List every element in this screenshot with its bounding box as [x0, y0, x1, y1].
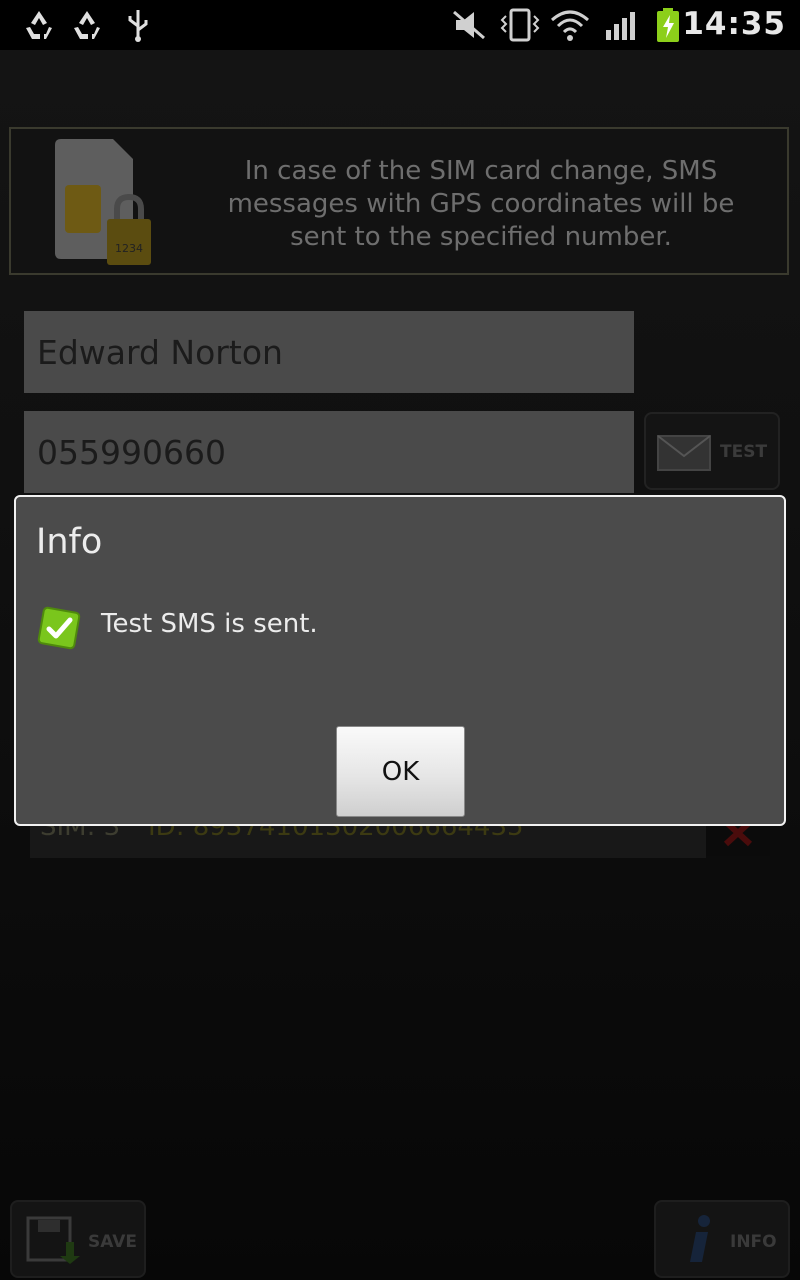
- usb-icon: [128, 10, 148, 42]
- dialog-title: Info: [36, 522, 103, 562]
- clock-time: 14:35: [682, 6, 786, 42]
- signal-icon: [606, 12, 635, 40]
- check-icon: [37, 606, 81, 650]
- sim-lock-icon: 1234: [55, 139, 151, 265]
- vibrate-icon: [500, 8, 540, 42]
- info-banner: 1234 In case of the SIM card change, SMS…: [9, 127, 789, 275]
- info-label: INFO: [730, 1232, 777, 1252]
- svg-text:1234: 1234: [115, 242, 143, 255]
- save-floppy-icon: [26, 1216, 80, 1264]
- dialog-message: Test SMS is sent.: [101, 609, 318, 639]
- phone-field[interactable]: 055990660: [24, 411, 634, 493]
- ok-button[interactable]: OK: [336, 726, 465, 817]
- test-label: TEST: [720, 442, 768, 462]
- wifi-icon: [551, 10, 589, 41]
- envelope-icon: [657, 435, 711, 471]
- info-i-icon: [690, 1215, 710, 1262]
- recycle-icon: [74, 11, 100, 39]
- name-field[interactable]: Edward Norton: [24, 311, 634, 393]
- battery-charging-icon: [657, 8, 679, 42]
- recycle-icon: [26, 11, 52, 39]
- save-label: SAVE: [88, 1232, 138, 1252]
- test-sms-button[interactable]: TEST: [644, 412, 780, 490]
- banner-text: In case of the SIM card change, SMS mess…: [227, 156, 735, 252]
- status-bar: 14:35: [0, 0, 800, 50]
- mute-icon: [453, 10, 485, 40]
- info-button[interactable]: INFO: [654, 1200, 790, 1278]
- save-button[interactable]: SAVE: [10, 1200, 146, 1278]
- info-dialog: Info Test SMS is sent. OK: [14, 495, 786, 826]
